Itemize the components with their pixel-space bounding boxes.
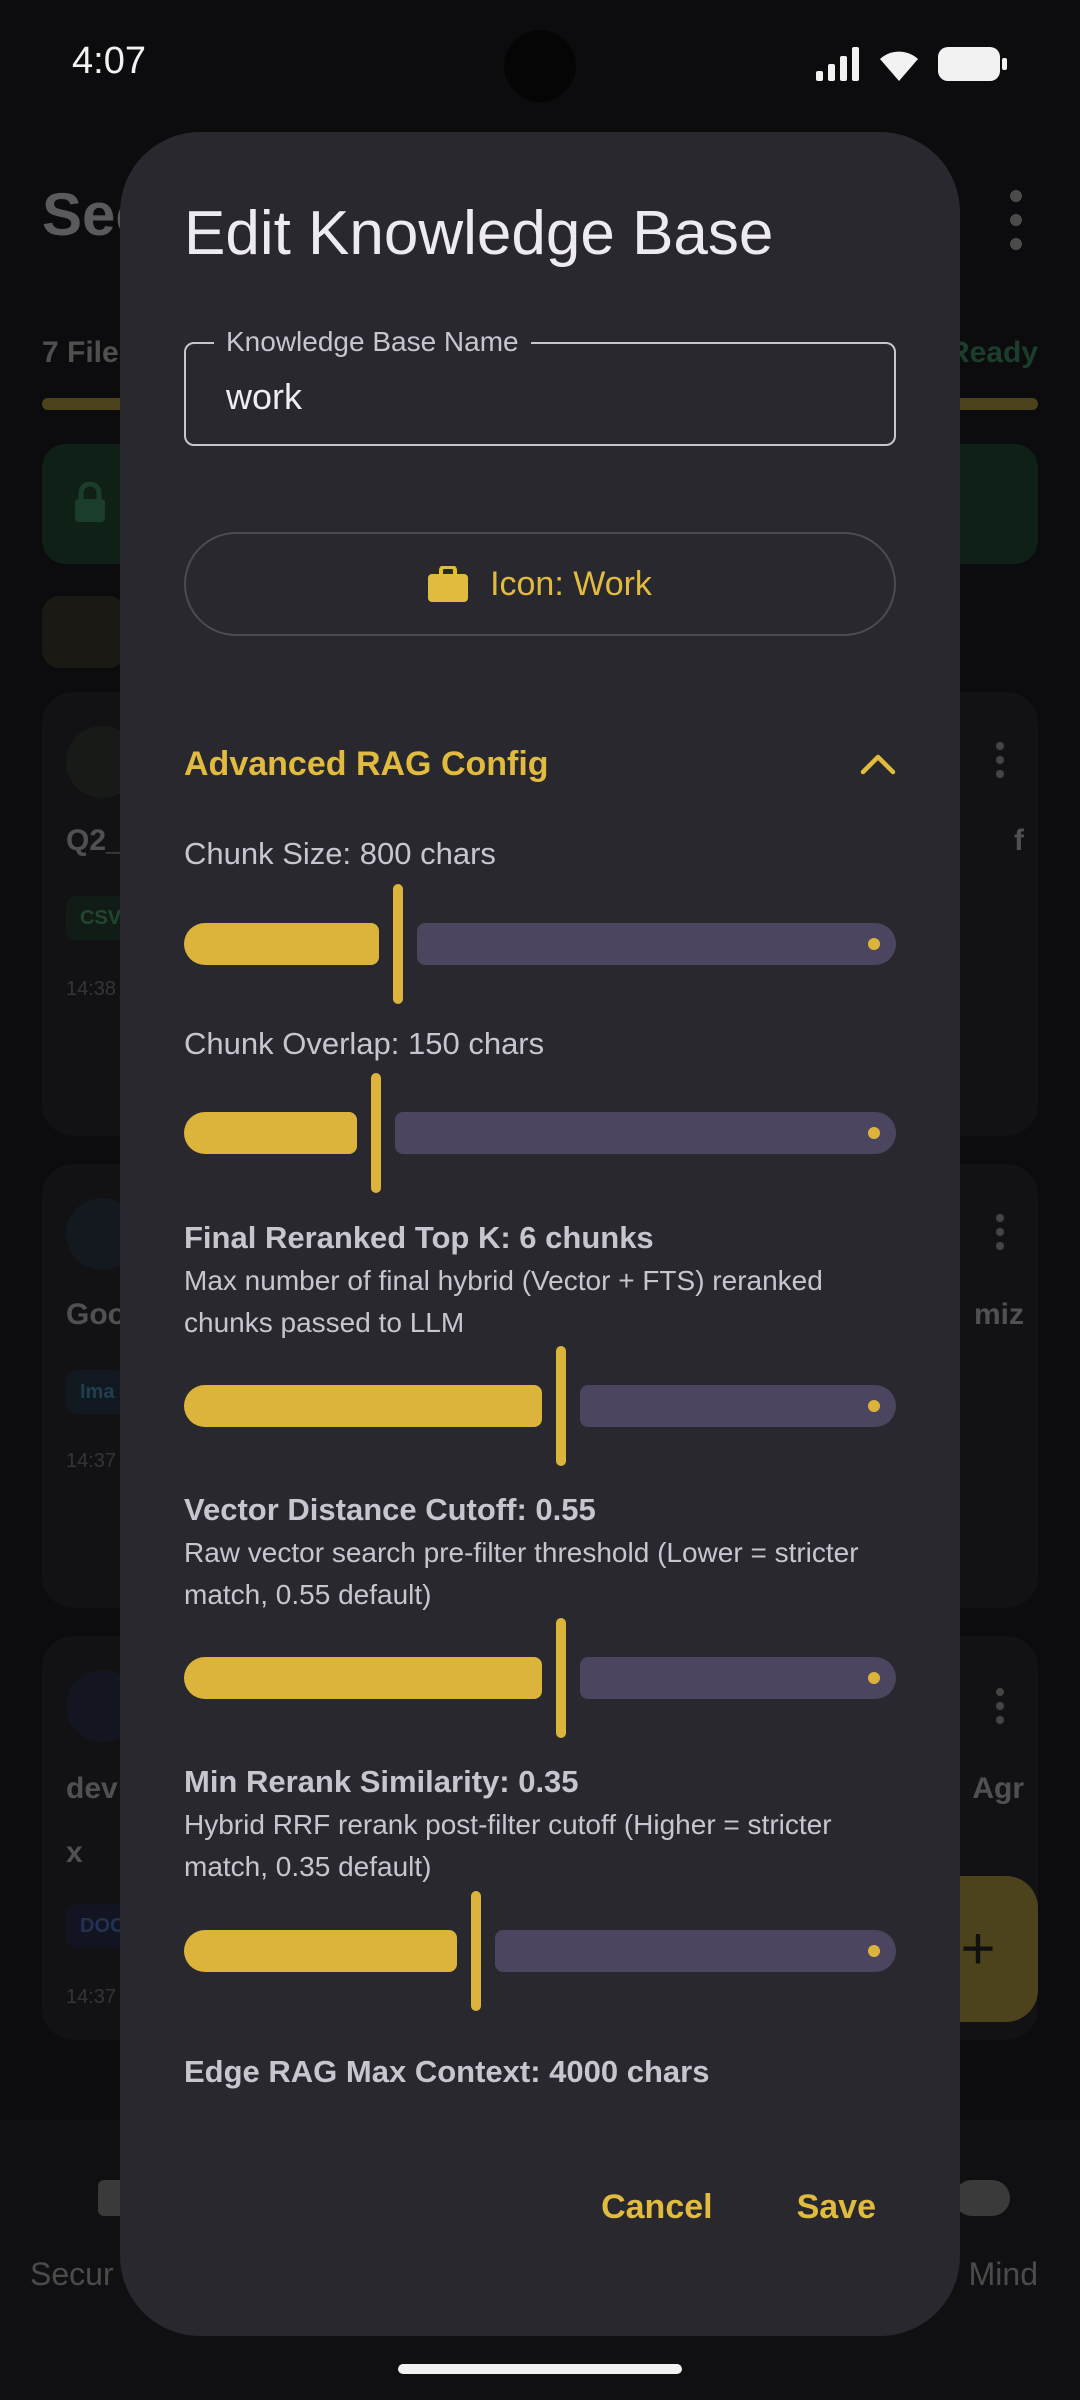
- advanced-rag-config-title: Advanced RAG Config: [184, 744, 549, 783]
- advanced-rag-config-toggle[interactable]: Advanced RAG Config: [184, 720, 896, 808]
- bg-file-summary: Agr: [972, 1772, 1024, 1805]
- slider-active-track: [184, 1657, 542, 1699]
- bg-file-name: Goo: [66, 1298, 126, 1331]
- vector-cutoff-label: Vector Distance Cutoff: 0.55: [184, 1492, 596, 1527]
- slider-stop-indicator: [868, 938, 880, 950]
- choose-icon-button[interactable]: Icon: Work: [184, 532, 896, 636]
- bg-file-name: Q2_: [66, 824, 123, 857]
- chevron-up-icon: [860, 754, 896, 775]
- slider-thumb[interactable]: [371, 1073, 381, 1193]
- chunk-overlap-slider[interactable]: [184, 1073, 896, 1193]
- dialog-title: Edit Knowledge Base: [184, 199, 774, 268]
- knowledge-base-name-input[interactable]: [226, 376, 866, 418]
- bg-nav-item-mind: Mind: [968, 2256, 1038, 2292]
- slider-inactive-track: [395, 1112, 896, 1154]
- bg-list-icon: [42, 596, 126, 668]
- bg-file-time: 14:37: [66, 1986, 117, 2008]
- slider-stop-indicator: [868, 1400, 880, 1412]
- cancel-button[interactable]: Cancel: [581, 2172, 733, 2243]
- slider-inactive-track: [580, 1657, 896, 1699]
- bg-overflow-menu-icon: [1010, 190, 1024, 250]
- home-indicator[interactable]: [398, 2364, 682, 2374]
- bg-nav-item-secure: Secur: [30, 2256, 114, 2292]
- min-rerank-label: Min Rerank Similarity: 0.35: [184, 1764, 579, 1799]
- name-field-label: Knowledge Base Name: [214, 326, 531, 358]
- slider-thumb[interactable]: [556, 1618, 566, 1738]
- bg-file-time: 14:37: [66, 1450, 117, 1472]
- slider-thumb[interactable]: [556, 1346, 566, 1466]
- slider-active-track: [184, 923, 379, 965]
- bg-file-name: dev: [66, 1772, 118, 1805]
- lock-icon: [75, 482, 105, 522]
- dialog-actions: Cancel Save: [581, 2172, 896, 2243]
- edge-rag-max-context-label: Edge RAG Max Context: 4000 chars: [184, 2054, 710, 2089]
- bg-file-name-line2: x: [66, 1836, 83, 1869]
- icon-button-label: Icon: Work: [490, 564, 652, 603]
- save-button[interactable]: Save: [777, 2172, 896, 2243]
- min-rerank-description: Hybrid RRF rerank post-filter cutoff (Hi…: [184, 1809, 832, 1882]
- slider-stop-indicator: [868, 1945, 880, 1957]
- bg-card-menu-icon: [996, 742, 1004, 778]
- chunk-overlap-label: Chunk Overlap: 150 chars: [184, 1026, 545, 1061]
- slider-inactive-track: [417, 923, 896, 965]
- slider-stop-indicator: [868, 1672, 880, 1684]
- slider-inactive-track: [580, 1385, 896, 1427]
- bg-card-menu-icon: [996, 1214, 1004, 1250]
- bg-card-menu-icon: [996, 1688, 1004, 1724]
- slider-stop-indicator: [868, 1127, 880, 1139]
- min-rerank-slider[interactable]: [184, 1891, 896, 2011]
- bg-file-time: 14:38: [66, 978, 117, 1000]
- slider-active-track: [184, 1385, 542, 1427]
- vector-cutoff-description: Raw vector search pre-filter threshold (…: [184, 1537, 859, 1610]
- bg-files-count: 7 File: [42, 336, 119, 369]
- slider-active-track: [184, 1930, 457, 1972]
- slider-active-track: [184, 1112, 357, 1154]
- chunk-size-label: Chunk Size: 800 chars: [184, 836, 496, 871]
- briefcase-icon: [428, 566, 469, 602]
- top-k-description: Max number of final hybrid (Vector + FTS…: [184, 1265, 823, 1338]
- edit-knowledge-base-dialog: Edit Knowledge Base Knowledge Base Name …: [120, 132, 960, 2336]
- vector-cutoff-slider[interactable]: [184, 1618, 896, 1738]
- bg-file-summary: miz: [973, 1298, 1024, 1331]
- bg-file-summary: f: [1014, 824, 1024, 857]
- knowledge-base-name-field[interactable]: Knowledge Base Name: [184, 326, 896, 446]
- slider-inactive-track: [495, 1930, 896, 1972]
- top-k-label: Final Reranked Top K: 6 chunks: [184, 1220, 654, 1255]
- cloud-icon: [954, 2180, 1010, 2216]
- bg-status-ready: Ready: [947, 336, 1038, 369]
- slider-thumb[interactable]: [393, 884, 403, 1004]
- top-k-slider[interactable]: [184, 1346, 896, 1466]
- chunk-size-slider[interactable]: [184, 884, 896, 1004]
- slider-thumb[interactable]: [471, 1891, 481, 2011]
